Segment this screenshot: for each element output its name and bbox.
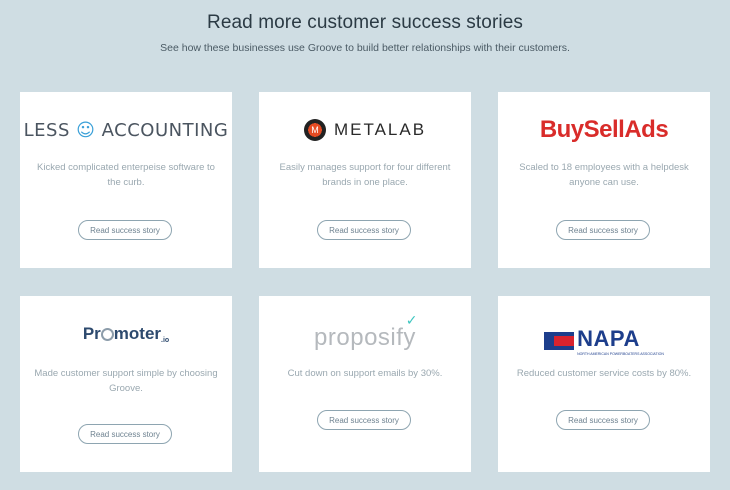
- read-success-story-button[interactable]: Read success story: [556, 220, 650, 240]
- metalab-logo: METALAB: [259, 119, 471, 146]
- read-success-story-button[interactable]: Read success story: [317, 220, 411, 240]
- napa-flag-icon: [544, 332, 575, 350]
- logo-text-b: moter: [113, 324, 162, 343]
- logo-tagline: NORTH AMERICAN POWERBOATERS ASSOCIATION: [577, 352, 664, 356]
- card-buysellads: BuySellAds Scaled to 18 employees with a…: [498, 92, 710, 268]
- logo-text-c: .io: [161, 337, 170, 344]
- less-accounting-logo: LESS ☺ ACCOUNTING: [20, 120, 232, 141]
- card-promoter: Pr moter.io Made customer support simple …: [20, 296, 232, 472]
- read-success-story-button[interactable]: Read success story: [317, 410, 411, 430]
- card-metalab: METALAB Easily manages support for four …: [259, 92, 471, 268]
- logo-text-left: LESS: [23, 120, 70, 141]
- logo-text: NAPA: [577, 326, 640, 351]
- logo-text: proposify: [314, 324, 416, 351]
- napa-logo: NAPA NORTH AMERICAN POWERBOATERS ASSOCIA…: [498, 326, 710, 356]
- logo-text-right: ACCOUNTING: [101, 120, 229, 141]
- read-success-story-button[interactable]: Read success story: [78, 220, 172, 240]
- smiley-face-icon: ☺: [76, 120, 96, 141]
- card-description: Made customer support simple by choosing…: [34, 368, 218, 394]
- read-success-story-button[interactable]: Read success story: [556, 410, 650, 430]
- card-napa: NAPA NORTH AMERICAN POWERBOATERS ASSOCIA…: [498, 296, 710, 472]
- proposify-logo: proposify ✓: [259, 312, 471, 352]
- logo-text-a: Pr: [82, 324, 101, 343]
- check-icon: ✓: [405, 312, 418, 328]
- card-less-accounting: LESS ☺ ACCOUNTING Kicked complicated ent…: [20, 92, 232, 268]
- card-description: Cut down on support emails by 30%.: [287, 368, 443, 379]
- logo-text: BuySellAds: [539, 116, 669, 143]
- read-success-story-button[interactable]: Read success story: [78, 424, 172, 444]
- card-description: Easily manages support for four differen…: [279, 162, 451, 188]
- card-description: Kicked complicated enterpeise software t…: [37, 162, 215, 188]
- card-description: Reduced customer service costs by 80%.: [516, 368, 692, 379]
- page-title: Read more customer success stories: [207, 12, 523, 33]
- logo-text: METALAB: [333, 120, 427, 139]
- metalab-badge-icon: [303, 119, 326, 141]
- promoter-logo: Pr moter.io: [20, 324, 232, 344]
- megaphone-icon: [100, 328, 114, 341]
- card-proposify: proposify ✓ Cut down on support emails b…: [259, 296, 471, 472]
- page-subtitle: See how these businesses use Groove to b…: [160, 42, 570, 54]
- buysellads-logo: BuySellAds: [498, 116, 710, 144]
- card-description: Scaled to 18 employees with a helpdesk a…: [519, 162, 689, 188]
